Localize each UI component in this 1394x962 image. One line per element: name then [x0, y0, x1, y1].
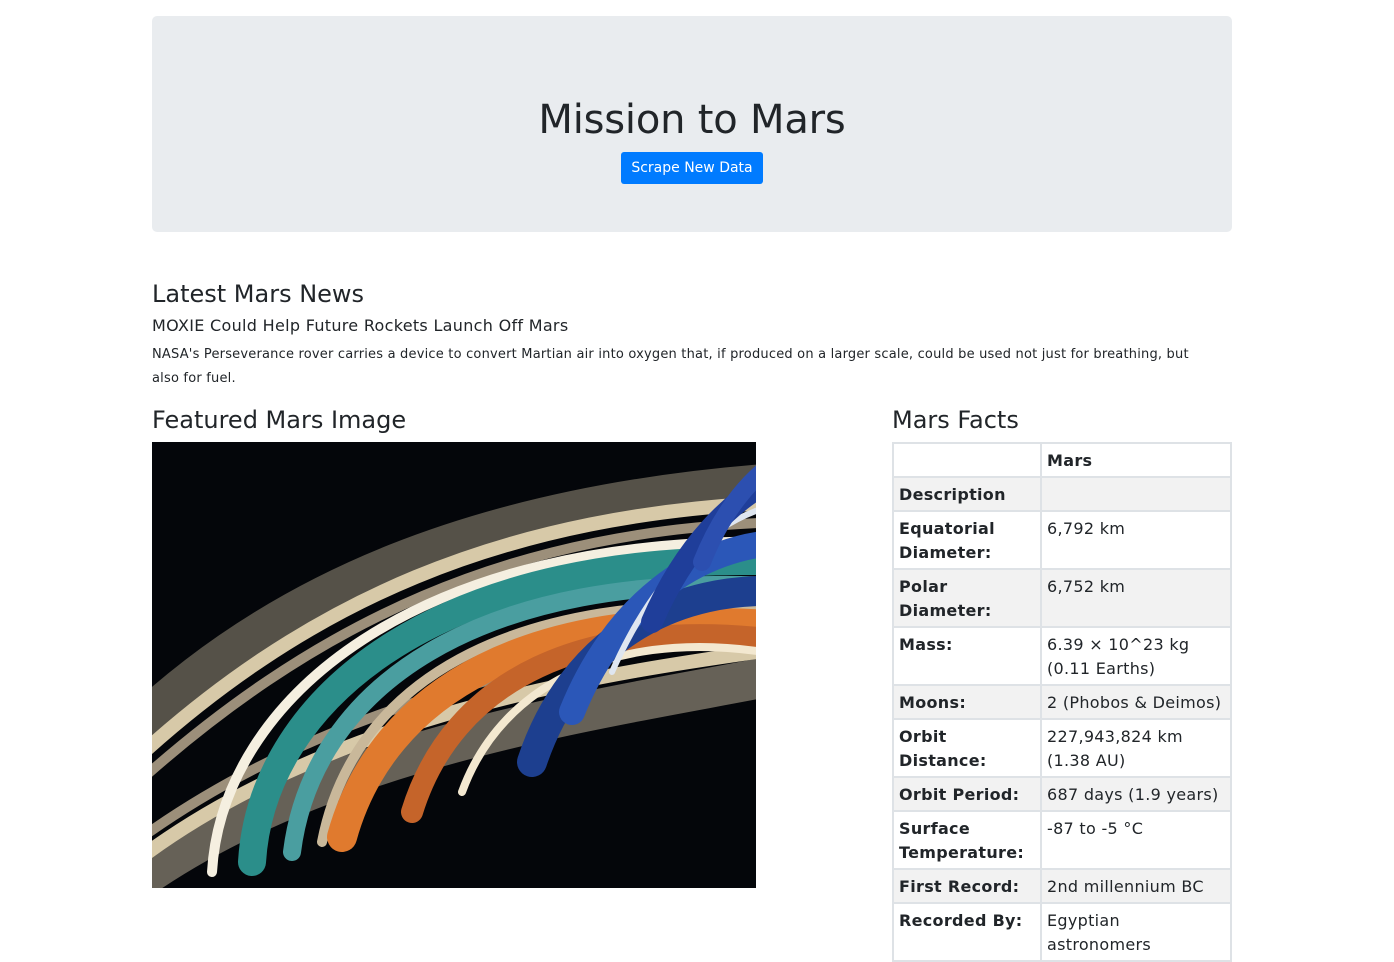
fact-label: Recorded By: — [892, 902, 1042, 962]
news-section: Latest Mars News MOXIE Could Help Future… — [152, 280, 1232, 391]
table-row: Equatorial Diameter: 6,792 km — [892, 510, 1232, 570]
fact-label: Moons: — [892, 684, 1042, 720]
featured-image-section: Featured Mars Image — [152, 406, 756, 888]
page-container: Mission to Mars Scrape New Data Latest M… — [152, 16, 1232, 962]
fact-value: 2 (Phobos & Deimos) — [1040, 684, 1232, 720]
table-row: Orbit Period: 687 days (1.9 years) — [892, 776, 1232, 812]
fact-value: -87 to -5 °C — [1040, 810, 1232, 870]
fact-label: Equatorial Diameter: — [892, 510, 1042, 570]
fact-label: Orbit Distance: — [892, 718, 1042, 778]
mars-facts-section: Mars Facts Mars Description Equatorial D… — [892, 406, 1232, 962]
facts-header-blank — [892, 442, 1042, 478]
news-headline: MOXIE Could Help Future Rockets Launch O… — [152, 316, 569, 335]
fact-label: Mass: — [892, 626, 1042, 686]
featured-image — [152, 442, 756, 888]
saturn-rings-image — [152, 442, 756, 888]
jumbotron: Mission to Mars Scrape New Data — [152, 16, 1232, 232]
table-row: Moons: 2 (Phobos & Deimos) — [892, 684, 1232, 720]
mars-facts-title: Mars Facts — [892, 406, 1019, 434]
fact-label: First Record: — [892, 868, 1042, 904]
fact-value: 6,752 km — [1040, 568, 1232, 628]
fact-value: 6,792 km — [1040, 510, 1232, 570]
featured-image-title: Featured Mars Image — [152, 406, 407, 434]
fact-value: 2nd millennium BC — [1040, 868, 1232, 904]
fact-label: Description — [892, 476, 1042, 512]
table-row: Orbit Distance: 227,943,824 km (1.38 AU) — [892, 718, 1232, 778]
fact-value: 227,943,824 km (1.38 AU) — [1040, 718, 1232, 778]
fact-label: Surface Temperature: — [892, 810, 1042, 870]
news-section-title: Latest Mars News — [152, 280, 365, 308]
facts-header-row: Mars — [892, 442, 1232, 478]
fact-value: 687 days (1.9 years) — [1040, 776, 1232, 812]
table-row: Mass: 6.39 × 10^23 kg (0.11 Earths) — [892, 626, 1232, 686]
table-row: Surface Temperature: -87 to -5 °C — [892, 810, 1232, 870]
fact-value: 6.39 × 10^23 kg (0.11 Earths) — [1040, 626, 1232, 686]
news-paragraph: NASA's Perseverance rover carries a devi… — [152, 347, 1189, 386]
table-row: Polar Diameter: 6,752 km — [892, 568, 1232, 628]
fact-value — [1040, 476, 1232, 512]
table-row: First Record: 2nd millennium BC — [892, 868, 1232, 904]
facts-header-mars: Mars — [1040, 442, 1232, 478]
fact-value: Egyptian astronomers — [1040, 902, 1232, 962]
mars-facts-table: Mars Description Equatorial Diameter: 6,… — [892, 442, 1232, 962]
fact-label: Polar Diameter: — [892, 568, 1042, 628]
table-row: Description — [892, 476, 1232, 512]
table-row: Recorded By: Egyptian astronomers — [892, 902, 1232, 962]
fact-label: Orbit Period: — [892, 776, 1042, 812]
page-title: Mission to Mars — [538, 97, 846, 143]
scrape-new-data-button[interactable]: Scrape New Data — [621, 152, 763, 184]
